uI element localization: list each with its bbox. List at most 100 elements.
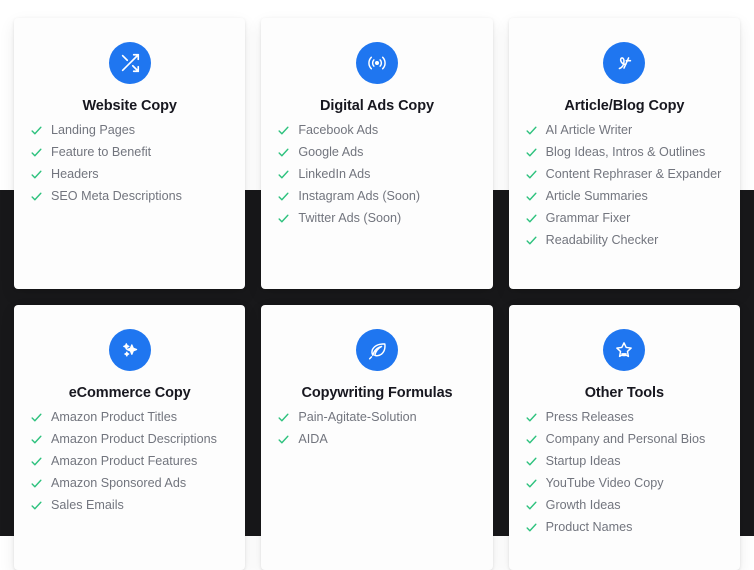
- check-icon: [277, 190, 290, 203]
- list-item: Grammar Fixer: [523, 211, 726, 225]
- list-item: Press Releases: [523, 410, 726, 424]
- list-item: Startup Ideas: [523, 454, 726, 468]
- list-item: Headers: [28, 167, 231, 181]
- card-title: Other Tools: [584, 385, 664, 401]
- list-item: Amazon Sponsored Ads: [28, 476, 231, 490]
- feature-label: Product Names: [545, 520, 633, 534]
- check-icon: [30, 455, 43, 468]
- list-item: Instagram Ads (Soon): [275, 189, 478, 203]
- list-item: Twitter Ads (Soon): [275, 211, 478, 225]
- check-icon: [30, 477, 43, 490]
- check-icon: [30, 124, 43, 137]
- feature-label: Startup Ideas: [545, 454, 621, 468]
- feature-card-other-tools[interactable]: Other Tools Press Releases Company and P…: [508, 305, 740, 570]
- check-icon: [525, 168, 538, 181]
- card-title: Website Copy: [82, 98, 177, 114]
- list-item: Landing Pages: [28, 123, 231, 137]
- feature-label: Growth Ideas: [545, 498, 621, 512]
- list-item: AIDA: [275, 432, 478, 446]
- feature-list: Amazon Product Titles Amazon Product Des…: [28, 410, 231, 520]
- feature-label: SEO Meta Descriptions: [51, 189, 182, 203]
- check-icon: [277, 433, 290, 446]
- check-icon: [277, 168, 290, 181]
- feature-label: AI Article Writer: [545, 123, 633, 137]
- feature-label: Headers: [51, 167, 99, 181]
- check-icon: [525, 477, 538, 490]
- feature-label: Amazon Product Titles: [51, 410, 177, 424]
- feature-label: Feature to Benefit: [51, 145, 152, 159]
- list-item: YouTube Video Copy: [523, 476, 726, 490]
- star-sparkle-icon: [603, 329, 646, 371]
- feature-label: Blog Ideas, Intros & Outlines: [545, 145, 706, 159]
- check-icon: [525, 411, 538, 424]
- check-icon: [30, 433, 43, 446]
- list-item: Growth Ideas: [523, 498, 726, 512]
- check-icon: [277, 212, 290, 225]
- feature-label: Google Ads: [298, 145, 364, 159]
- feature-label: Company and Personal Bios: [545, 432, 706, 446]
- list-item: Feature to Benefit: [28, 145, 231, 159]
- feature-label: Twitter Ads (Soon): [298, 211, 402, 225]
- list-item: SEO Meta Descriptions: [28, 189, 231, 203]
- broadcast-signal-icon: [355, 42, 398, 84]
- check-icon: [525, 190, 538, 203]
- feature-list: Facebook Ads Google Ads LinkedIn Ads Ins…: [275, 123, 478, 233]
- list-item: Sales Emails: [28, 498, 231, 512]
- card-title: Copywriting Formulas: [301, 385, 453, 401]
- feature-list: Pain-Agitate-Solution AIDA: [275, 410, 478, 454]
- check-icon: [525, 521, 538, 534]
- feature-label: Amazon Product Descriptions: [51, 432, 217, 446]
- list-item: Facebook Ads: [275, 123, 478, 137]
- feature-list: Press Releases Company and Personal Bios…: [523, 410, 726, 542]
- check-icon: [525, 234, 538, 247]
- list-item: Blog Ideas, Intros & Outlines: [523, 145, 726, 159]
- pen-script-icon: [603, 42, 646, 84]
- card-title: Article/Blog Copy: [564, 98, 685, 114]
- check-icon: [30, 190, 43, 203]
- check-icon: [30, 168, 43, 181]
- feature-label: LinkedIn Ads: [298, 167, 371, 181]
- feature-label: Amazon Sponsored Ads: [51, 476, 187, 490]
- check-icon: [525, 433, 538, 446]
- list-item: Amazon Product Titles: [28, 410, 231, 424]
- feature-label: AIDA: [298, 432, 328, 446]
- feature-label: Amazon Product Features: [51, 454, 198, 468]
- list-item: Amazon Product Features: [28, 454, 231, 468]
- check-icon: [30, 411, 43, 424]
- feature-label: Instagram Ads (Soon): [298, 189, 421, 203]
- list-item: Readability Checker: [523, 233, 726, 247]
- feature-label: Pain-Agitate-Solution: [298, 410, 417, 424]
- feature-list: AI Article Writer Blog Ideas, Intros & O…: [523, 123, 726, 255]
- check-icon: [525, 146, 538, 159]
- feature-label: YouTube Video Copy: [545, 476, 664, 490]
- list-item: Article Summaries: [523, 189, 726, 203]
- feature-label: Grammar Fixer: [545, 211, 631, 225]
- feature-label: Sales Emails: [51, 498, 124, 512]
- check-icon: [30, 499, 43, 512]
- list-item: Amazon Product Descriptions: [28, 432, 231, 446]
- check-icon: [525, 124, 538, 137]
- list-item: LinkedIn Ads: [275, 167, 478, 181]
- check-icon: [525, 455, 538, 468]
- feature-list: Landing Pages Feature to Benefit Headers…: [28, 123, 231, 211]
- feature-card-article-blog-copy[interactable]: Article/Blog Copy AI Article Writer Blog…: [508, 18, 740, 289]
- list-item: AI Article Writer: [523, 123, 726, 137]
- check-icon: [277, 411, 290, 424]
- feature-label: Landing Pages: [51, 123, 136, 137]
- feature-card-ecommerce-copy[interactable]: eCommerce Copy Amazon Product Titles Ama…: [14, 305, 246, 570]
- check-icon: [277, 124, 290, 137]
- feature-card-digital-ads-copy[interactable]: Digital Ads Copy Facebook Ads Google Ads…: [261, 18, 493, 289]
- shuffle-arrows-icon: [108, 42, 151, 84]
- list-item: Google Ads: [275, 145, 478, 159]
- list-item: Content Rephraser & Expander: [523, 167, 726, 181]
- check-icon: [277, 146, 290, 159]
- feature-card-website-copy[interactable]: Website Copy Landing Pages Feature to Be…: [14, 18, 246, 289]
- list-item: Pain-Agitate-Solution: [275, 410, 478, 424]
- check-icon: [30, 146, 43, 159]
- card-title: eCommerce Copy: [68, 385, 191, 401]
- check-icon: [525, 499, 538, 512]
- feature-card-copywriting-formulas[interactable]: Copywriting Formulas Pain-Agitate-Soluti…: [261, 305, 493, 570]
- feature-label: Facebook Ads: [298, 123, 379, 137]
- list-item: Company and Personal Bios: [523, 432, 726, 446]
- check-icon: [525, 212, 538, 225]
